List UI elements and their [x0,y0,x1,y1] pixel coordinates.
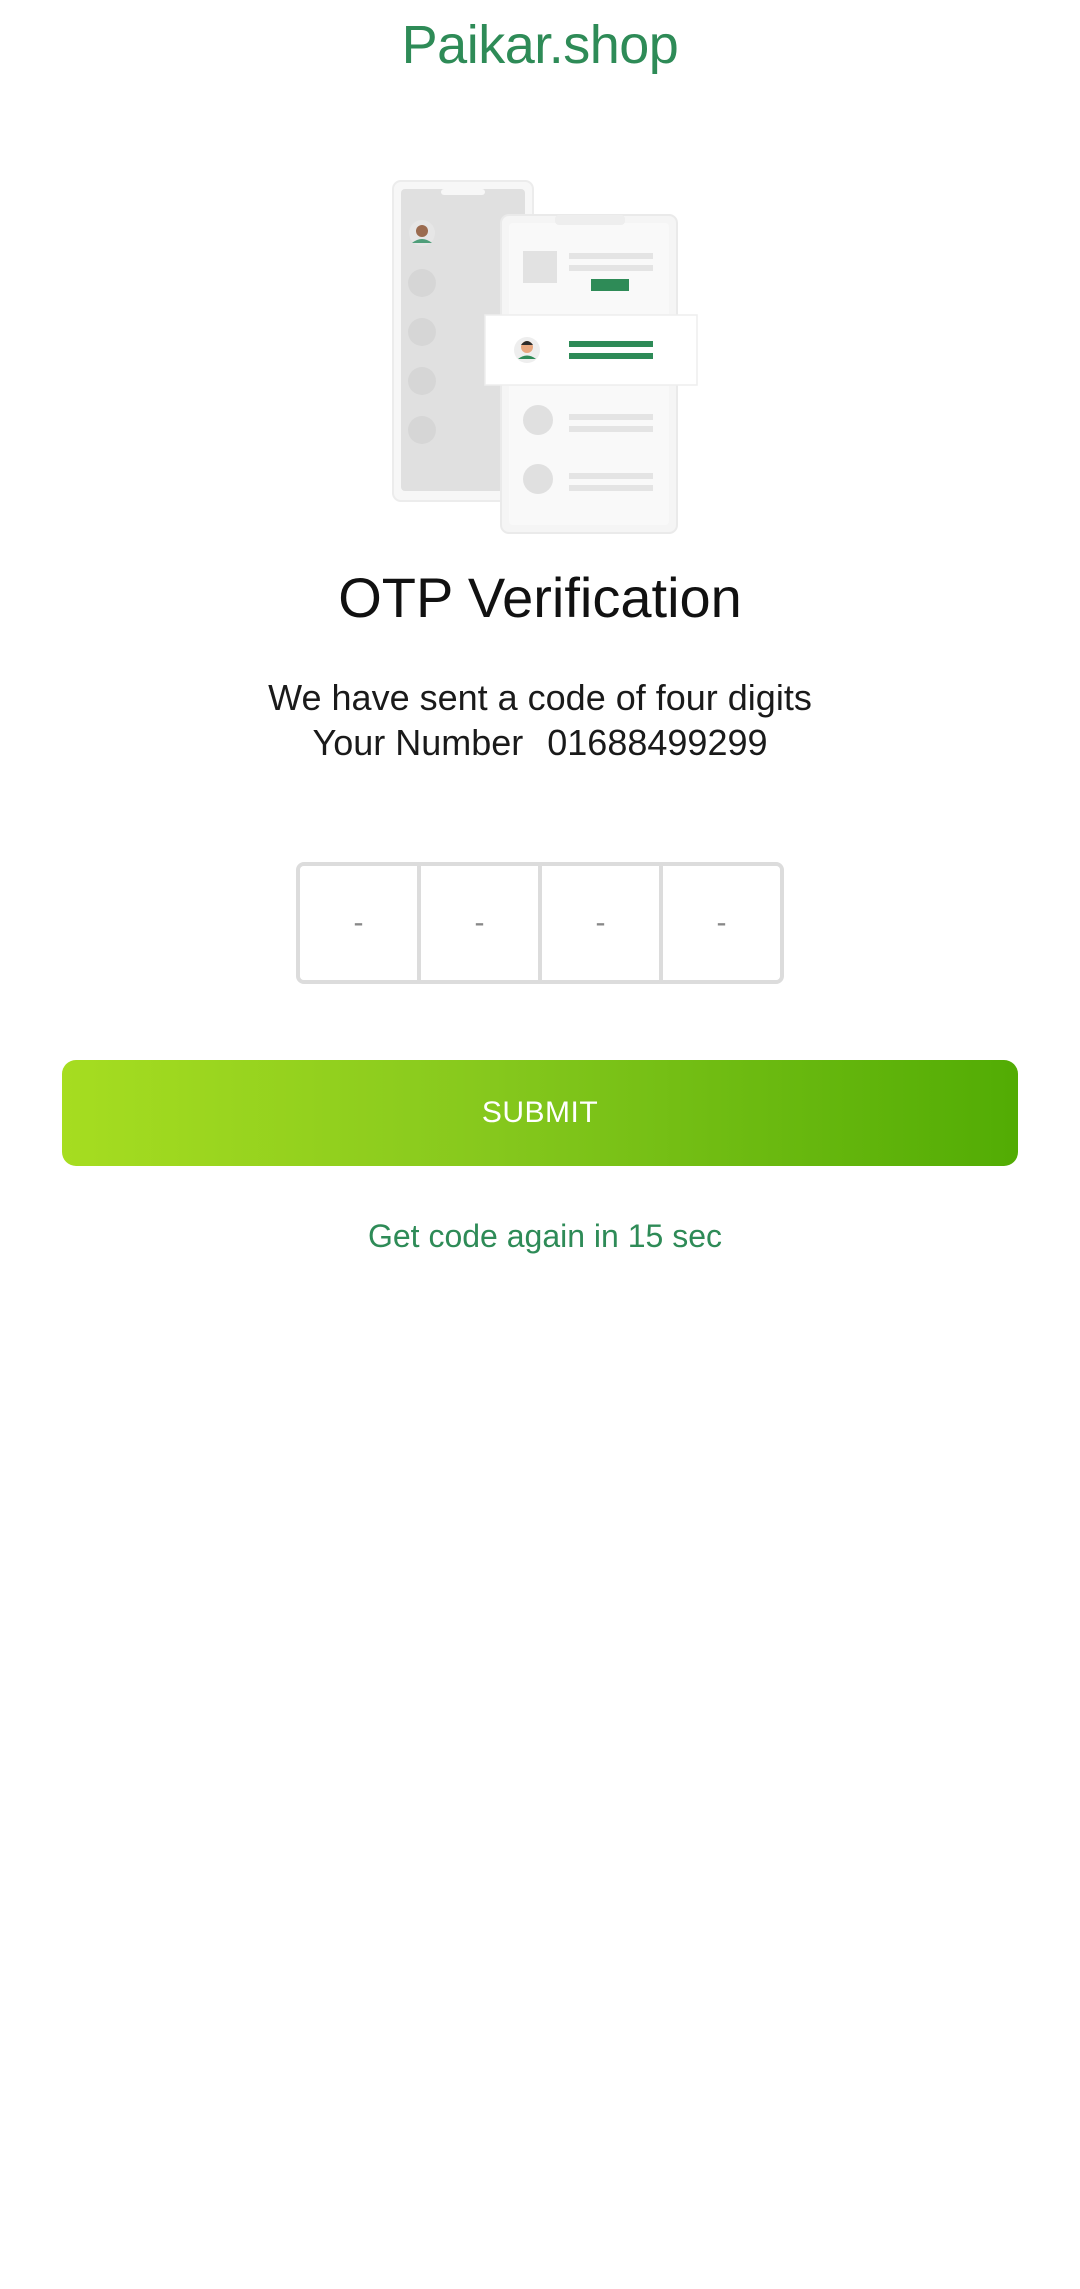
resend-code-link[interactable]: Get code again in 15 sec [0,1218,1080,1255]
otp-digit-placeholder: - [474,906,485,939]
otp-phones-illustration [385,175,705,535]
phone-number-value: 01688499299 [547,722,768,763]
otp-digit-2[interactable]: - [421,866,542,980]
otp-digit-1[interactable]: - [300,866,421,980]
submit-button[interactable]: SUBMIT [62,1060,1018,1166]
otp-digit-placeholder: - [595,906,606,939]
otp-digit-placeholder: - [716,906,727,939]
phone-number-label: Your Number [312,722,524,763]
code-sent-message: We have sent a code of four digits [268,677,812,718]
otp-digit-3[interactable]: - [542,866,663,980]
brand-title: Paikar.shop [401,15,679,75]
page-title: OTP Verification [338,566,742,629]
otp-digit-placeholder: - [353,906,364,939]
otp-digit-4[interactable]: - [663,866,780,980]
otp-info-text: We have sent a code of four digits Your … [0,675,1080,765]
otp-input-group: - - - - [296,862,784,984]
otp-screen: Paikar.shop OTP Verification We have sen… [0,0,1080,2289]
phone-number-line: Your Number 01688499299 [0,720,1080,765]
